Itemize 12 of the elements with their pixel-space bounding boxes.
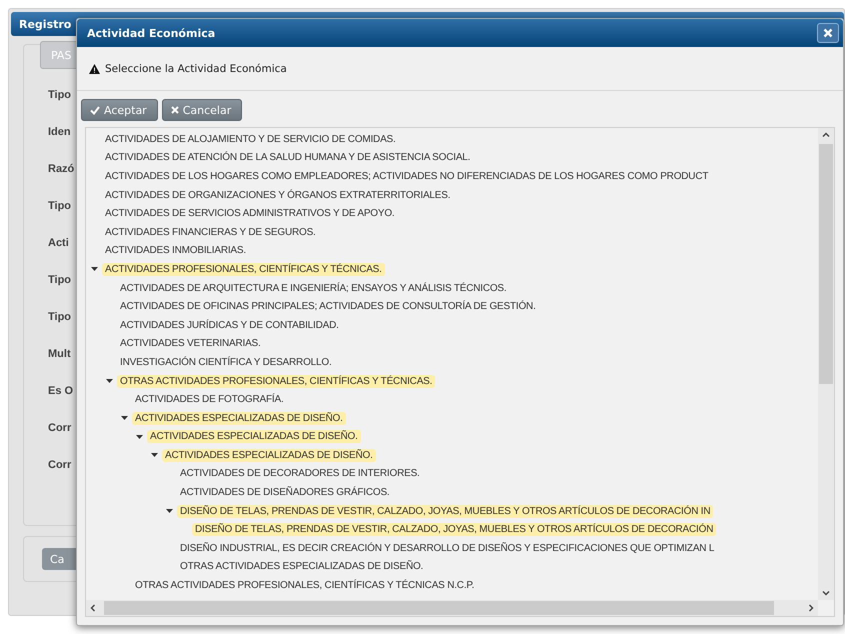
field-label: Acti (48, 237, 69, 251)
field-label: Corr (48, 459, 72, 473)
field-label: Corr (48, 422, 72, 436)
field-label: Razó (48, 163, 74, 177)
field-label: Tipo (48, 274, 72, 288)
field-label: Iden (48, 126, 71, 140)
field-label: Mult (48, 348, 71, 362)
field-label: Tipo (48, 311, 72, 325)
field-label: Tipo (48, 89, 72, 103)
instruction-text: Seleccione la Actividad Económica (105, 62, 287, 74)
field-label: Es O (48, 385, 74, 399)
field-label: Tipo (48, 200, 72, 214)
